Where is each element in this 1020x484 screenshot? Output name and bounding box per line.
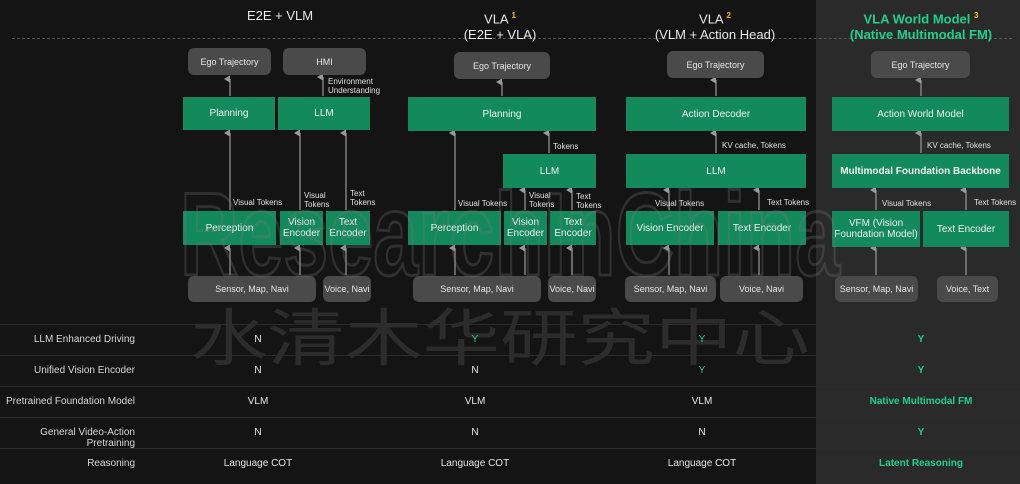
cell-vla-2: N — [698, 427, 706, 438]
text-encoder-block: Text Encoder — [923, 211, 1009, 247]
visual-tokens-label: Visual Tokens — [882, 199, 932, 208]
text-encoder-block: Text Encoder — [718, 211, 806, 245]
cell-e2e-vlm: VLM — [247, 396, 269, 407]
text-tokens-label: Text Tokens — [974, 198, 1017, 207]
text-encoder-block: Text Encoder — [326, 211, 370, 245]
cell-vla-2: Language COT — [667, 458, 737, 469]
text-encoder-line2: Encoder — [329, 228, 367, 239]
perception-block: Perception — [408, 211, 501, 245]
cell-vla-world-model: Y — [917, 334, 925, 345]
row-label: LLM Enhanced Driving — [33, 334, 135, 345]
voice-input: Voice, Navi — [720, 276, 803, 302]
sensor-input: Sensor, Map, Navi — [413, 276, 541, 302]
text-tokens-label: Text Tokens — [767, 198, 810, 207]
planning-block: Planning — [408, 97, 596, 131]
visual-tokens-label: Visual Tokens — [655, 199, 705, 208]
vision-encoder-block: Vision Encoder — [626, 211, 714, 245]
cell-vla-2: Y — [698, 365, 706, 376]
ego-trajectory-output: Ego Trajectory — [188, 48, 271, 75]
cell-e2e-vlm: N — [254, 365, 262, 376]
text-tokens-label-a: Text — [576, 192, 591, 201]
text-encoder-line1: Text — [338, 217, 358, 228]
action-decoder-block: Action Decoder — [626, 97, 806, 131]
sensor-input: Sensor, Map, Navi — [835, 276, 918, 302]
understanding-label: Understanding — [328, 86, 381, 95]
visual-tokens-label-a: Visual — [304, 191, 326, 200]
action-world-model-block: Action World Model — [832, 97, 1009, 131]
table-row: General Video-Action Pretraining N N N Y — [0, 417, 1020, 449]
vision-encoder-line2: Encoder — [282, 228, 321, 239]
cell-vla-1: VLM — [464, 396, 486, 407]
cell-vla-2: Y — [698, 334, 706, 345]
vision-encoder-line1: Vision — [287, 217, 316, 228]
visual-tokens-label-b: Tokens — [304, 200, 330, 209]
tokens-label: Tokens — [553, 142, 579, 151]
llm-block: LLM — [278, 97, 370, 130]
voice-input: Voice, Text — [937, 276, 998, 302]
hmi-output: HMI — [283, 48, 366, 75]
cell-vla-2: VLM — [691, 396, 713, 407]
cell-vla-world-model: Native Multimodal FM — [869, 396, 973, 407]
vfm-line1: VFM (Vision — [848, 218, 904, 229]
multimodal-foundation-backbone-block: Multimodal Foundation Backbone — [832, 154, 1009, 188]
ego-trajectory-output: Ego Trajectory — [871, 51, 970, 78]
voice-input: Voice, Navi — [323, 276, 371, 302]
kv-cache-tokens-label: KV cache, Tokens — [722, 141, 786, 150]
row-label: General Video-Action Pretraining — [40, 427, 135, 449]
sensor-input: Sensor, Map, Navi — [625, 276, 716, 302]
visual-tokens-label-a: Visual — [529, 191, 551, 200]
row-label: Unified Vision Encoder — [34, 365, 135, 376]
cell-vla-1: Language COT — [440, 458, 510, 469]
visual-tokens-label: Visual Tokens — [233, 198, 283, 207]
kv-cache-tokens-label: KV cache, Tokens — [927, 141, 991, 150]
llm-block: LLM — [626, 154, 806, 188]
vfm-block: VFM (Vision Foundation Model) — [832, 211, 920, 247]
table-row: Reasoning Language COT Language COT Lang… — [0, 448, 1020, 479]
text-encoder-line2: Encoder — [554, 228, 592, 239]
vision-encoder-block: Vision Encoder — [504, 211, 547, 245]
ego-trajectory-output: Ego Trajectory — [454, 52, 550, 79]
text-encoder-line1: Text — [563, 217, 583, 228]
vision-encoder-block: Vision Encoder — [280, 211, 323, 245]
table-row: Unified Vision Encoder N N Y Y — [0, 355, 1020, 386]
llm-block: LLM — [503, 154, 596, 188]
cell-e2e-vlm: N — [254, 427, 262, 438]
visual-tokens-label: Visual Tokens — [458, 199, 508, 208]
row-label: Pretrained Foundation Model — [6, 396, 135, 407]
sensor-input: Sensor, Map, Navi — [188, 276, 316, 302]
cell-vla-world-model: Y — [917, 427, 925, 438]
row-label: Reasoning — [87, 458, 135, 469]
text-tokens-label-b: Tokens — [576, 201, 602, 210]
vision-encoder-line1: Vision — [511, 217, 540, 228]
text-encoder-block: Text Encoder — [550, 211, 596, 245]
cell-vla-1: N — [471, 427, 479, 438]
visual-tokens-label-b: Tokens — [529, 200, 555, 209]
planning-block: Planning — [183, 97, 275, 130]
text-tokens-label-a: Text — [350, 189, 365, 198]
cell-vla-world-model: Latent Reasoning — [879, 458, 963, 469]
cell-vla-world-model: Y — [917, 365, 925, 376]
table-row: LLM Enhanced Driving N Y Y Y — [0, 324, 1020, 355]
perception-block: Perception — [183, 211, 276, 245]
environment-label: Environment — [328, 77, 373, 86]
table-row: Pretrained Foundation Model VLM VLM VLM … — [0, 386, 1020, 417]
cell-e2e-vlm: N — [254, 334, 262, 345]
cell-e2e-vlm: Language COT — [223, 458, 293, 469]
ego-trajectory-output: Ego Trajectory — [667, 51, 764, 78]
text-tokens-label-b: Tokens — [350, 198, 376, 207]
voice-input: Voice, Navi — [548, 276, 596, 302]
cell-vla-1: Y — [471, 334, 479, 345]
vfm-line2: Foundation Model) — [834, 229, 918, 240]
cell-vla-1: N — [471, 365, 479, 376]
vision-encoder-line2: Encoder — [506, 228, 545, 239]
